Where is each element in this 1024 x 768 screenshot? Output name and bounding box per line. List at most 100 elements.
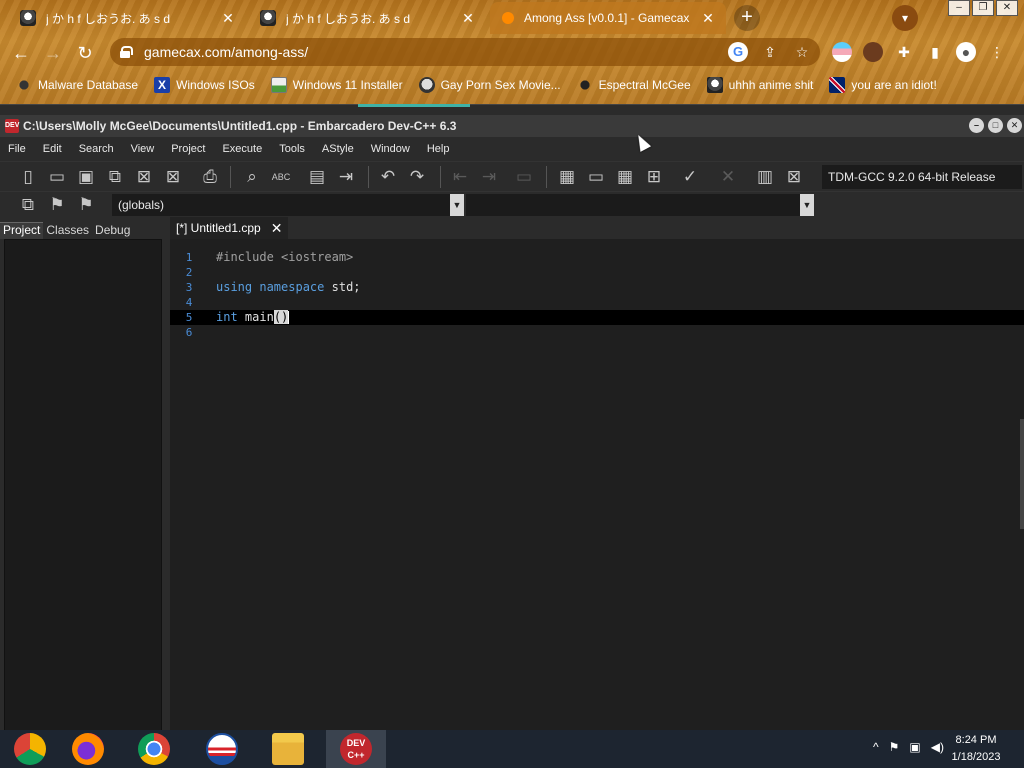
taskbar-firefox[interactable] [58, 730, 118, 768]
compile-icon[interactable]: ▦ [555, 165, 579, 189]
side-panel-icon[interactable]: ▮ [925, 42, 945, 62]
reload-icon[interactable]: ↻ [72, 40, 98, 66]
find-icon[interactable]: ⌕ [240, 165, 264, 189]
menu-file[interactable]: File [8, 143, 26, 155]
bookmark-gay-porn-sex-movie[interactable]: Gay Porn Sex Movie... [418, 77, 561, 93]
bookmark-icon[interactable]: ⚑ [45, 193, 69, 217]
share-icon[interactable]: ⇪ [760, 42, 780, 62]
profile-icon[interactable]: ● [956, 42, 976, 62]
check-syntax-icon[interactable]: ✓ [678, 165, 702, 189]
network-icon[interactable]: ▣ [909, 740, 920, 754]
taskbar-chrome[interactable] [124, 730, 184, 768]
avatar-extension-icon[interactable] [863, 42, 883, 62]
new-file-icon[interactable]: ▯ [16, 165, 40, 189]
code-line[interactable]: 3 using namespace std; [170, 280, 1024, 295]
member-combo[interactable]: ▼ [466, 194, 814, 216]
run-icon[interactable]: ▭ [584, 165, 608, 189]
volume-icon[interactable]: ◀) [931, 740, 944, 754]
star-icon[interactable]: ☆ [792, 42, 812, 62]
tab-debug[interactable]: Debug [92, 223, 133, 239]
undo-icon[interactable]: ↶ [376, 165, 400, 189]
print-icon[interactable]: ⎙ [198, 165, 222, 189]
code-line[interactable]: 1 #include <iostream> [170, 250, 1024, 265]
more-icon[interactable]: ⋮ [987, 42, 1007, 62]
insert-icon[interactable]: ⧉ [16, 193, 40, 217]
code-line[interactable]: 2 [170, 265, 1024, 280]
restore-icon[interactable]: ❐ [972, 0, 994, 16]
profile-chart-icon[interactable]: ▥ [753, 165, 777, 189]
google-lens-icon[interactable]: G [728, 42, 748, 62]
editor-tab-untitled1[interactable]: [*] Untitled1.cpp ✕ [170, 217, 289, 239]
browser-tab-3[interactable]: Among Ass [v0.0.1] - Gamecax ✕ [490, 2, 726, 34]
minimize-icon[interactable]: – [948, 0, 970, 16]
compiler-select[interactable]: TDM-GCC 9.2.0 64-bit Release [822, 165, 1022, 189]
indent-icon[interactable]: ⇤ [448, 165, 472, 189]
trans-flag-extension-icon[interactable] [832, 42, 852, 62]
replace-icon[interactable]: ABC [269, 165, 293, 189]
bookmark-espectral-mcgee[interactable]: Espectral McGee [576, 77, 691, 93]
close-icon[interactable]: ✕ [996, 0, 1018, 16]
menu-astyle[interactable]: AStyle [322, 143, 354, 155]
project-browser[interactable] [4, 239, 162, 731]
comment-icon[interactable]: ▭ [512, 165, 536, 189]
taskbar-obama[interactable] [192, 730, 252, 768]
close-icon[interactable]: ✕ [1007, 118, 1022, 133]
tab-search-button[interactable]: ▾ [892, 5, 918, 31]
bookmark-malware-database[interactable]: Malware Database [16, 77, 138, 93]
save-icon[interactable]: ▣ [74, 165, 98, 189]
close-icon[interactable]: ✕ [220, 10, 236, 27]
system-clock[interactable]: 8:24 PM 1/18/2023 [946, 732, 1006, 766]
bookmark-you-are-an-idiot[interactable]: you are an idiot! [829, 77, 937, 93]
taskbar-chrome-canary[interactable] [0, 730, 60, 768]
bookmark-uhhh-anime-shit[interactable]: uhhh anime shit [706, 77, 813, 93]
vertical-scrollbar[interactable] [1020, 419, 1024, 529]
close-icon[interactable]: ✕ [460, 10, 476, 27]
forward-icon[interactable]: → [40, 40, 66, 66]
close-file-icon[interactable]: ⊠ [132, 165, 156, 189]
menu-project[interactable]: Project [171, 143, 205, 155]
chevron-down-icon[interactable]: ▼ [450, 194, 464, 216]
stop-icon[interactable]: ✕ [716, 165, 740, 189]
open-folder-icon[interactable]: ▭ [45, 165, 69, 189]
scope-combo[interactable]: (globals) ▼ [112, 194, 464, 216]
close-icon[interactable]: ✕ [700, 10, 716, 27]
address-bar[interactable]: gamecax.com/among-ass/ G ⇪ ☆ [110, 38, 820, 66]
tab-project[interactable]: Project [0, 222, 44, 239]
menu-help[interactable]: Help [427, 143, 450, 155]
browser-tab-1[interactable]: j か h f しおうお. あ s d ✕ [10, 2, 246, 34]
menu-edit[interactable]: Edit [43, 143, 62, 155]
new-tab-button[interactable]: + [734, 5, 760, 31]
split-view-icon[interactable]: ⇥ [334, 165, 358, 189]
tab-classes[interactable]: Classes [43, 223, 92, 239]
delete-profile-icon[interactable]: ⊠ [782, 165, 806, 189]
menu-view[interactable]: View [131, 143, 155, 155]
close-icon[interactable]: ✕ [271, 217, 283, 239]
bookmark-windows-11-installer[interactable]: Windows 11 Installer [270, 77, 403, 93]
taskbar-devcpp[interactable]: DEV C++ [326, 730, 386, 768]
compile-run-icon[interactable]: ▦ [613, 165, 637, 189]
goto-line-icon[interactable]: ▤ [305, 165, 329, 189]
menu-tools[interactable]: Tools [279, 143, 305, 155]
redo-icon[interactable]: ↷ [405, 165, 429, 189]
minimize-icon[interactable]: – [969, 118, 984, 133]
flag-icon[interactable]: ⚑ [889, 740, 900, 754]
chevron-up-icon[interactable]: ^ [873, 740, 879, 754]
code-editor[interactable]: 1 #include <iostream> 2 3 using namespace st… [170, 239, 1024, 731]
browser-tab-2[interactable]: j か h f しおうお. あ s d ✕ [250, 2, 486, 34]
maximize-icon[interactable]: □ [988, 118, 1003, 133]
chevron-down-icon[interactable]: ▼ [800, 194, 814, 216]
menu-window[interactable]: Window [371, 143, 410, 155]
back-icon[interactable]: ← [8, 40, 34, 66]
save-all-icon[interactable]: ⧉ [103, 165, 127, 189]
menu-execute[interactable]: Execute [222, 143, 262, 155]
bookmark-windows-isos[interactable]: X Windows ISOs [154, 77, 255, 93]
puzzle-icon[interactable]: ✚ [894, 42, 914, 62]
code-line[interactable]: 5 int main() [170, 310, 1024, 325]
rebuild-icon[interactable]: ⊞ [642, 165, 666, 189]
code-line[interactable]: 4 [170, 295, 1024, 310]
unindent-icon[interactable]: ⇥ [477, 165, 501, 189]
menu-search[interactable]: Search [79, 143, 114, 155]
taskbar-file-explorer[interactable] [258, 730, 318, 768]
goto-bookmark-icon[interactable]: ⚑ [74, 193, 98, 217]
close-all-icon[interactable]: ⊠ [161, 165, 185, 189]
